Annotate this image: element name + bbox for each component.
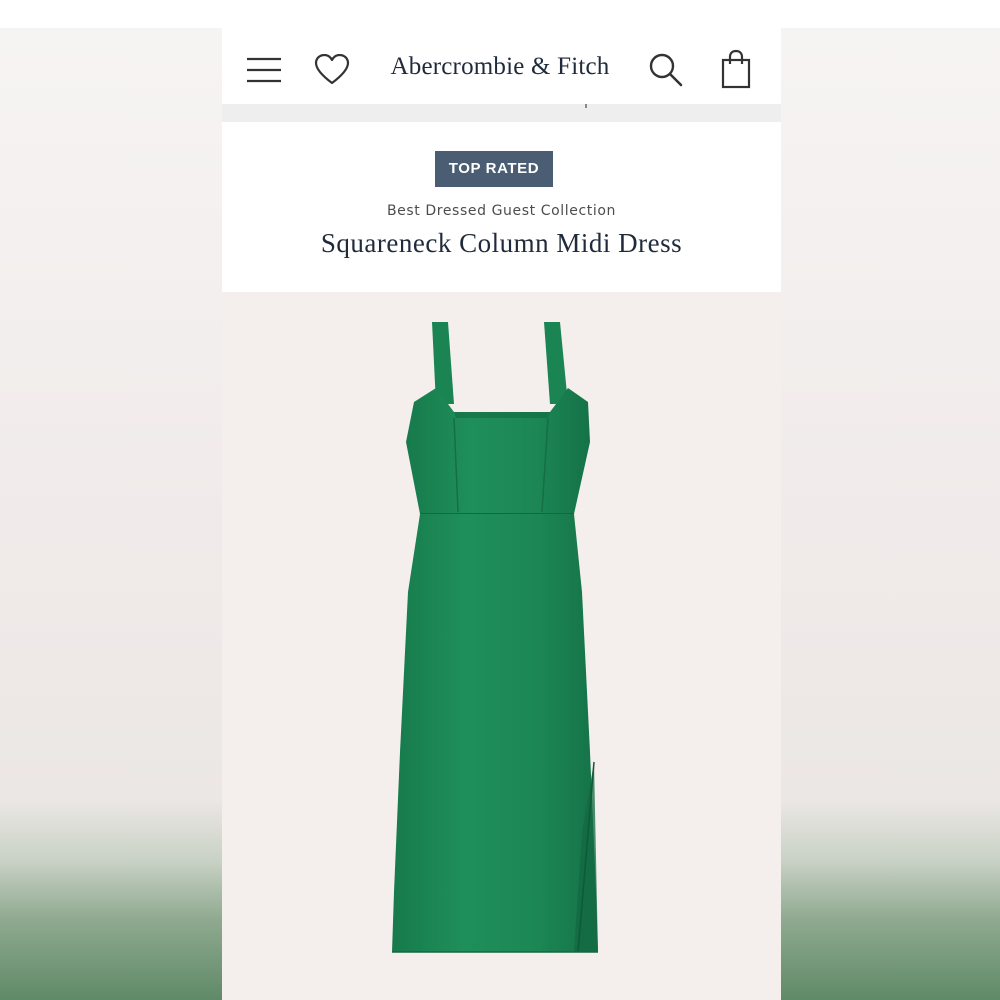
- search-icon: [649, 53, 683, 87]
- shopping-bag-icon: [721, 49, 751, 89]
- heart-icon: [314, 54, 350, 85]
- dress-bodice: [406, 388, 590, 514]
- bar-marker: [585, 104, 587, 108]
- secondary-bar: [222, 104, 781, 122]
- top-rated-badge: TOP RATED: [435, 151, 553, 187]
- dress-skirt: [392, 514, 598, 952]
- dress-image: [392, 322, 598, 953]
- brand-logo[interactable]: Abercrombie & Fitch: [362, 48, 638, 86]
- top-navigation-bar: Abercrombie & Fitch: [222, 28, 781, 104]
- search-button[interactable]: [642, 48, 690, 92]
- product-image[interactable]: [222, 292, 781, 1000]
- shopping-bag-button[interactable]: [712, 44, 760, 94]
- product-header: TOP RATED Best Dressed Guest Collection …: [222, 122, 781, 292]
- product-title: Squareneck Column Midi Dress: [320, 228, 683, 258]
- wishlist-button[interactable]: [310, 48, 354, 92]
- menu-button[interactable]: [242, 50, 286, 90]
- right-strap: [544, 322, 568, 404]
- collection-label[interactable]: Best Dressed Guest Collection: [222, 203, 781, 219]
- hamburger-menu-icon: [247, 57, 281, 83]
- mobile-screen: Abercrombie & Fitch TOP RATED Best Dress…: [222, 28, 781, 1000]
